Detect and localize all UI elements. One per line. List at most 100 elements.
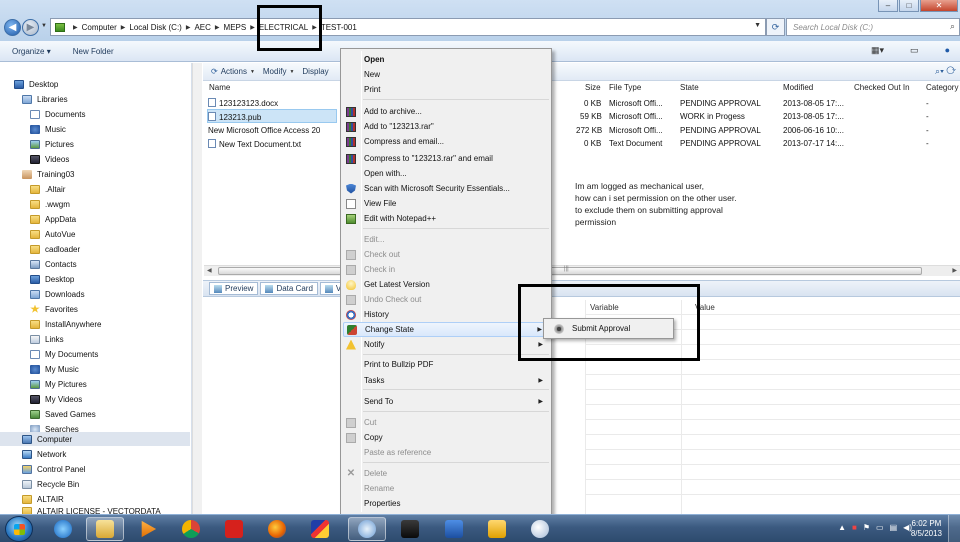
nav-wwgm[interactable]: .wwgm: [30, 197, 70, 211]
breadcrumb-aec[interactable]: AEC: [194, 23, 210, 32]
organize-button[interactable]: Organize ▾: [12, 47, 51, 56]
menu-compress-email[interactable]: Compress and email...: [343, 134, 549, 149]
menu-compress-rar-email[interactable]: Compress to "123213.rar" and email: [343, 151, 549, 166]
column-name[interactable]: Name: [209, 83, 230, 97]
menu-tasks[interactable]: Tasks ▶: [343, 373, 549, 388]
nav-downloads[interactable]: Downloads: [30, 287, 85, 301]
taskbar-media-player[interactable]: [129, 517, 167, 541]
taskbar-chrome[interactable]: [172, 517, 210, 541]
file-name[interactable]: 123213.pub: [208, 112, 261, 122]
nav-music[interactable]: Music: [30, 122, 66, 136]
nav-my-pictures[interactable]: My Pictures: [30, 377, 87, 391]
taskbar-paint[interactable]: [521, 517, 559, 541]
column-state[interactable]: State: [680, 83, 699, 97]
address-bar[interactable]: ▶ Computer ▶ Local Disk (C:) ▶ AEC ▶ MEP…: [50, 18, 766, 36]
taskbar-ie[interactable]: [44, 517, 82, 541]
nav-autovue[interactable]: AutoVue: [30, 227, 75, 241]
refresh-button[interactable]: ⟳: [766, 18, 785, 36]
chevron-right-icon[interactable]: ▶: [250, 24, 255, 31]
column-modified[interactable]: Modified: [783, 83, 813, 97]
nav-computer[interactable]: Computer: [0, 432, 190, 446]
breadcrumb-test-001[interactable]: TEST-001: [321, 23, 357, 32]
chevron-right-icon[interactable]: ▶: [73, 24, 78, 31]
menu-delete[interactable]: ✕ Delete: [343, 466, 549, 481]
start-button[interactable]: [5, 516, 33, 542]
menu-copy[interactable]: Copy: [343, 430, 549, 445]
menu-paste-reference[interactable]: Paste as reference: [343, 445, 549, 460]
close-button[interactable]: ✕: [920, 0, 958, 12]
breadcrumb-meps[interactable]: MEPS: [224, 23, 247, 32]
show-hidden-icons-icon[interactable]: ▲: [838, 523, 846, 532]
file-name[interactable]: 123123123.docx: [208, 98, 278, 108]
back-button[interactable]: ◀: [4, 19, 21, 36]
taskbar-solidworks[interactable]: [215, 517, 253, 541]
nav-my-music[interactable]: My Music: [30, 362, 79, 376]
forward-button[interactable]: ▶: [22, 19, 39, 36]
nav-appdata[interactable]: AppData: [30, 212, 76, 226]
nav-installanywhere[interactable]: InstallAnywhere: [30, 317, 101, 331]
horizontal-scrollbar[interactable]: ◀ ||| ▶: [204, 265, 960, 276]
scrollbar-thumb[interactable]: [218, 267, 922, 275]
nav-user-desktop[interactable]: Desktop: [30, 272, 74, 286]
menu-open[interactable]: Open: [343, 52, 549, 67]
file-name[interactable]: New Microsoft Office Access 20: [208, 126, 320, 135]
scroll-right-icon[interactable]: ▶: [952, 267, 957, 274]
modify-menu[interactable]: Modify ▼: [263, 67, 295, 76]
taskbar-app-z[interactable]: [391, 517, 429, 541]
menu-scan[interactable]: Scan with Microsoft Security Essentials.…: [343, 181, 549, 196]
new-folder-button[interactable]: New Folder: [73, 47, 114, 56]
security-icon[interactable]: ■: [852, 523, 857, 532]
minimize-button[interactable]: –: [878, 0, 898, 12]
taskbar-outlook[interactable]: [478, 517, 516, 541]
display-menu[interactable]: Display: [302, 67, 328, 76]
column-checked-out-in[interactable]: Checked Out In: [854, 83, 910, 97]
menu-edit[interactable]: Edit...: [343, 232, 549, 247]
breadcrumb-local-disk[interactable]: Local Disk (C:): [129, 23, 181, 32]
taskbar-pdm[interactable]: [348, 517, 386, 541]
nav-pictures[interactable]: Pictures: [30, 137, 74, 151]
nav-altair[interactable]: ALTAIR: [22, 492, 64, 506]
scroll-left-icon[interactable]: ◀: [207, 267, 212, 274]
network-status-icon[interactable]: ▤: [890, 523, 898, 532]
show-desktop-button[interactable]: [948, 515, 960, 542]
recent-pages-dropdown[interactable]: ▼: [41, 23, 47, 29]
nav-my-videos[interactable]: My Videos: [30, 392, 82, 406]
menu-view-file[interactable]: View File: [343, 196, 549, 211]
nav-contacts[interactable]: Contacts: [30, 257, 77, 271]
chevron-right-icon[interactable]: ▶: [186, 24, 191, 31]
menu-cut[interactable]: Cut: [343, 415, 549, 430]
view-options-icon[interactable]: ▦▾: [871, 45, 884, 56]
nav-libraries[interactable]: Libraries: [22, 92, 68, 106]
nav-desktop[interactable]: Desktop: [14, 77, 58, 91]
menu-new[interactable]: New: [343, 67, 549, 82]
nav-my-documents[interactable]: My Documents: [30, 347, 98, 361]
nav-altair-dot[interactable]: .Altair: [30, 182, 65, 196]
menu-print[interactable]: Print: [343, 82, 549, 97]
taskbar-word[interactable]: [435, 517, 473, 541]
preview-pane-icon[interactable]: ▭: [910, 45, 919, 56]
actions-menu[interactable]: ⟳ Actions ▼: [211, 67, 255, 76]
taskbar-explorer[interactable]: [86, 517, 124, 541]
nav-control-panel[interactable]: Control Panel: [22, 462, 85, 476]
taskbar-firefox[interactable]: [258, 517, 296, 541]
chevron-right-icon[interactable]: ▶: [215, 24, 220, 31]
nav-documents[interactable]: Documents: [30, 107, 85, 121]
navigation-scrollbar[interactable]: [192, 63, 202, 515]
chevron-down-icon[interactable]: ▼: [754, 22, 761, 29]
menu-add-to-rar[interactable]: Add to "123213.rar": [343, 119, 549, 134]
menu-open-with[interactable]: Open with...: [343, 166, 549, 181]
nav-recycle-bin[interactable]: Recycle Bin: [22, 477, 79, 491]
nav-network[interactable]: Network: [22, 447, 66, 461]
clock[interactable]: 6:02 PM 8/5/2013: [911, 519, 942, 539]
tab-preview[interactable]: Preview: [209, 282, 259, 295]
menu-rename[interactable]: Rename: [343, 481, 549, 496]
file-name[interactable]: New Text Document.txt: [208, 139, 301, 149]
display-icon[interactable]: ▭: [876, 523, 884, 532]
column-category[interactable]: Category: [926, 83, 958, 97]
taskbar-app[interactable]: [301, 517, 339, 541]
menu-properties[interactable]: Properties: [343, 496, 549, 511]
nav-favorites[interactable]: Favorites: [30, 302, 78, 316]
menu-edit-notepad[interactable]: Edit with Notepad++: [343, 211, 549, 226]
menu-send-to[interactable]: Send To ▶: [343, 394, 549, 409]
tab-data-card[interactable]: Data Card: [260, 282, 318, 295]
